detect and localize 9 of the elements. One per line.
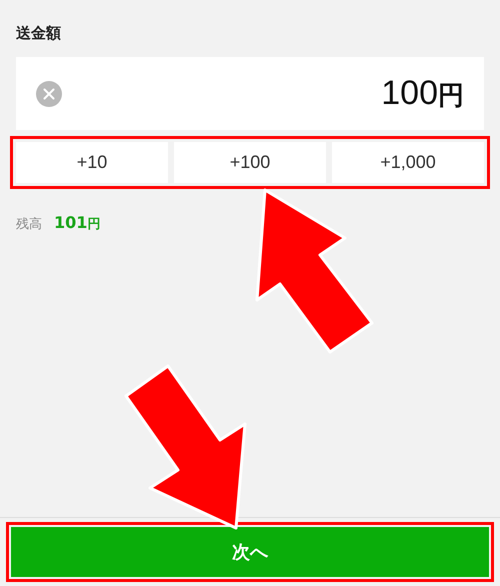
increment-button[interactable]: +10	[16, 142, 168, 183]
clear-icon[interactable]	[36, 80, 62, 106]
amount-field[interactable]: 100円	[16, 57, 484, 130]
increment-button[interactable]: +100	[174, 142, 326, 183]
balance-label: 残高	[16, 216, 42, 233]
balance-value: 101円	[54, 213, 100, 233]
amount-value: 100円	[381, 74, 464, 113]
increment-button[interactable]: +1,000	[332, 142, 484, 183]
section-title: 送金額	[15, 23, 62, 44]
